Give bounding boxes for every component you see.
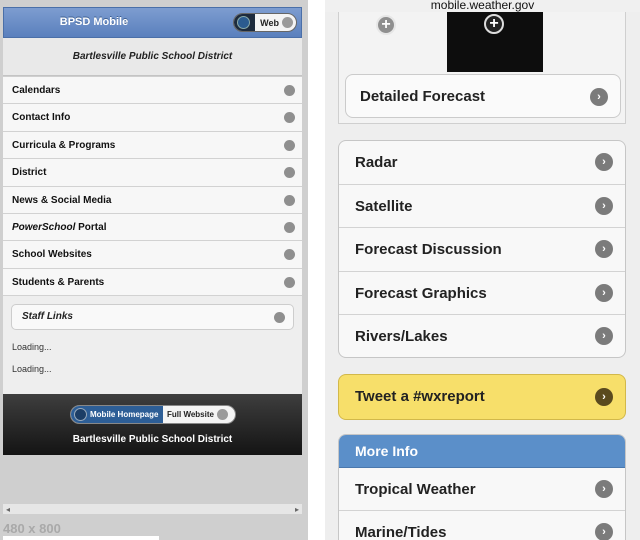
menu-item-contact-info[interactable]: Contact Info	[3, 104, 302, 132]
plus-icon[interactable]: +	[376, 15, 396, 35]
circle-icon	[284, 249, 295, 261]
list-item-rivers-lakes[interactable]: Rivers/Lakes ›	[339, 315, 625, 357]
chevron-right-icon: ›	[595, 283, 613, 302]
weather-mobile-pane: mobile.weather.gov + + Detailed Forecast…	[325, 0, 640, 540]
chevron-right-icon: ›	[595, 196, 613, 215]
web-toggle[interactable]: Web	[233, 13, 297, 32]
list-item-marine-tides[interactable]: Marine/Tides ›	[339, 511, 625, 540]
more-info-header: More Info	[339, 435, 625, 468]
bpsd-footer: Mobile Homepage Full Website Bartlesvill…	[3, 394, 302, 455]
toggle-circle-icon	[216, 409, 228, 420]
bpsd-mobile-pane: BPSD Mobile Web Bartlesville Public Scho…	[0, 0, 308, 540]
list-item-forecast-graphics[interactable]: Forecast Graphics ›	[339, 272, 625, 315]
list-item-satellite[interactable]: Satellite ›	[339, 185, 625, 228]
url-bar[interactable]: mobile.weather.gov	[325, 0, 640, 12]
bpsd-menu: Calendars Contact Info Curricula & Progr…	[3, 77, 302, 297]
circle-icon	[284, 194, 295, 206]
circle-icon	[284, 221, 295, 233]
mobile-homepage-label: Mobile Homepage	[90, 410, 159, 419]
loading-text: Loading...	[12, 364, 52, 374]
toggle-knob-icon	[237, 16, 250, 29]
full-website-label: Full Website	[167, 410, 214, 419]
viewport-size-label: 480 x 800	[3, 521, 61, 536]
chevron-right-icon: ›	[595, 327, 613, 345]
forecast-image: +	[447, 12, 543, 72]
chevron-right-icon: ›	[590, 88, 608, 106]
circle-icon	[284, 167, 295, 179]
horizontal-scrollbar[interactable]: ◂ ▸	[3, 503, 302, 514]
bpsd-header: BPSD Mobile Web	[3, 7, 302, 38]
weather-links-list: Radar › Satellite › Forecast Discussion › F…	[338, 140, 626, 358]
menu-item-curricula-programs[interactable]: Curricula & Programs	[3, 131, 302, 160]
web-toggle-label: Web	[260, 17, 279, 28]
forecast-panel: + + Detailed Forecast ›	[338, 12, 626, 124]
chevron-right-icon: ›	[595, 480, 613, 498]
chevron-right-icon: ›	[595, 388, 613, 406]
staff-links-button[interactable]: Staff Links	[11, 304, 294, 330]
tweet-report-button[interactable]: Tweet a #wxreport ›	[338, 374, 626, 420]
mobile-full-toggle[interactable]: Mobile Homepage Full Website	[70, 405, 236, 424]
list-item-tropical-weather[interactable]: Tropical Weather ›	[339, 468, 625, 511]
scroll-left-icon[interactable]: ◂	[6, 505, 10, 514]
circle-icon	[284, 276, 295, 288]
bpsd-header-title: BPSD Mobile	[59, 16, 129, 28]
scroll-right-icon[interactable]: ▸	[295, 505, 299, 514]
chevron-right-icon: ›	[595, 240, 613, 258]
menu-item-district[interactable]: District	[3, 159, 302, 187]
circle-icon	[284, 139, 295, 151]
circle-icon	[284, 112, 295, 124]
menu-item-students-parents[interactable]: Students & Parents	[3, 268, 302, 297]
staff-section: Staff Links Loading... Loading...	[3, 296, 302, 394]
footer-text: Bartlesville Public School District	[72, 434, 233, 445]
chevron-right-icon: ›	[595, 153, 613, 171]
chevron-right-icon: ›	[595, 523, 613, 540]
menu-item-news-social-media[interactable]: News & Social Media	[3, 186, 302, 214]
district-banner: Bartlesville Public School District	[3, 38, 302, 76]
detailed-forecast-button[interactable]: Detailed Forecast ›	[345, 74, 621, 118]
circle-icon	[274, 312, 285, 323]
progress-strip	[3, 536, 159, 540]
toggle-circle-icon	[282, 17, 293, 28]
menu-item-school-websites[interactable]: School Websites	[3, 241, 302, 269]
list-item-radar[interactable]: Radar ›	[339, 141, 625, 185]
toggle-knob-icon	[74, 408, 87, 421]
menu-item-powerschool-portal[interactable]: PowerSchool Portal	[3, 213, 302, 242]
loading-text: Loading...	[12, 342, 52, 352]
more-info-list: More Info Tropical Weather › Marine/Tides…	[338, 434, 626, 540]
menu-item-calendars[interactable]: Calendars	[3, 77, 302, 105]
pane-divider	[308, 0, 325, 540]
list-item-forecast-discussion[interactable]: Forecast Discussion ›	[339, 228, 625, 272]
plus-icon[interactable]: +	[484, 14, 504, 34]
circle-icon	[284, 85, 295, 96]
